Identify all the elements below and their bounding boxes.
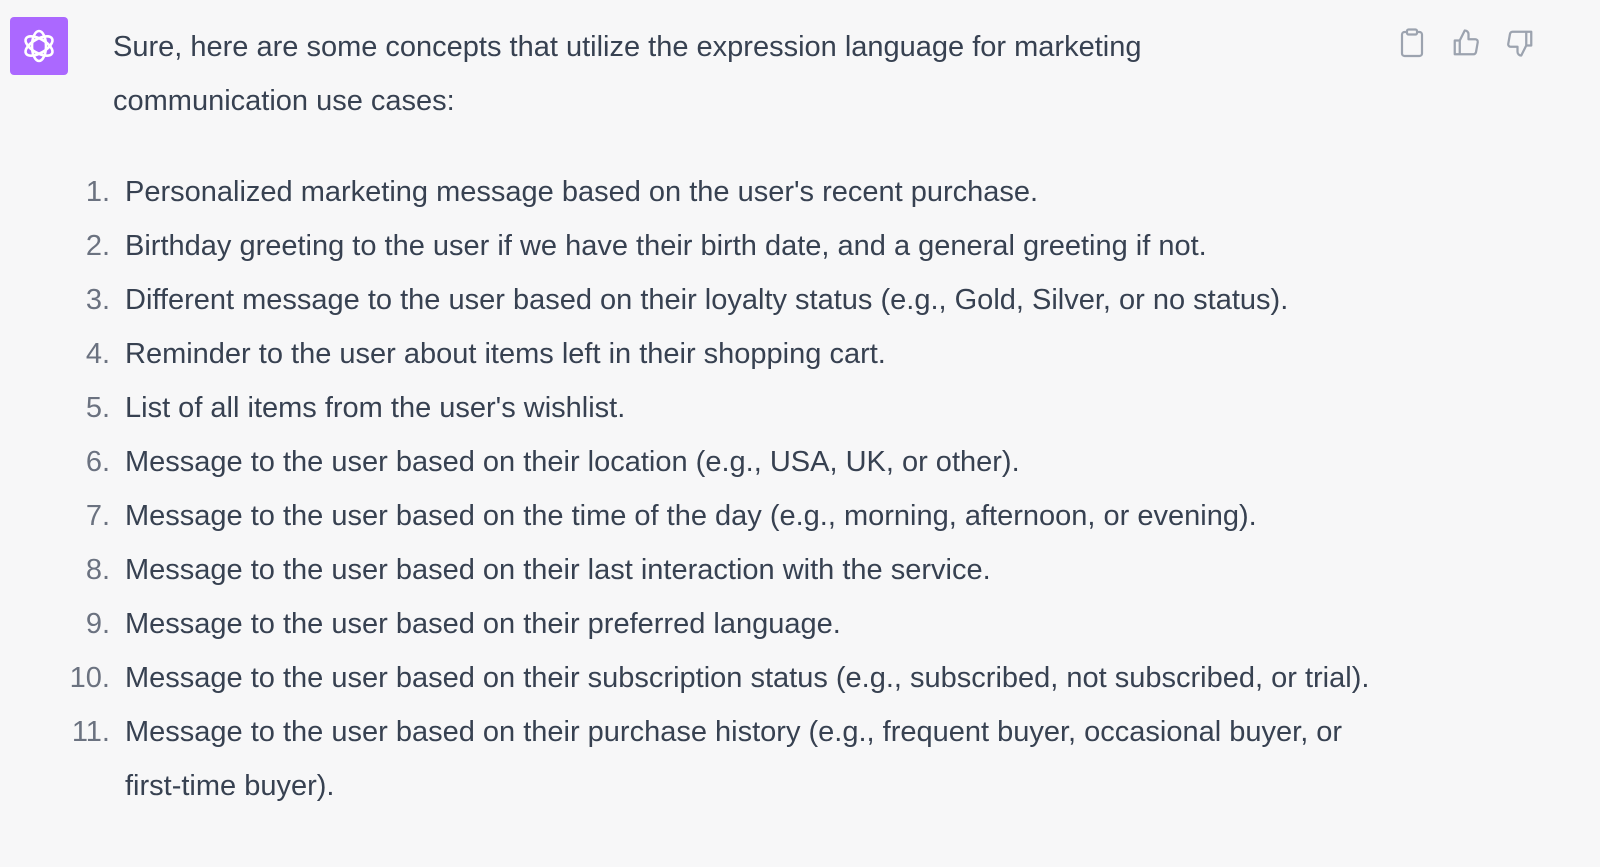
openai-logo-icon [24, 29, 54, 63]
list-number: 2. [85, 230, 110, 262]
list-item: 1. Personalized marketing message based o… [86, 165, 1375, 219]
copy-button[interactable] [1395, 26, 1429, 60]
thumbs-down-button[interactable] [1503, 26, 1537, 60]
list-number: 11. [71, 716, 110, 748]
message-actions [1395, 26, 1537, 60]
list-item: 10. Message to the user based on their su… [70, 651, 1375, 705]
thumbs-up-button[interactable] [1449, 26, 1483, 60]
list-item-text: Message to the user based on their last … [125, 554, 991, 586]
assistant-message: Sure, here are some concepts that utiliz… [70, 20, 1375, 813]
list-number: 7. [85, 500, 110, 532]
list-item-text: Message to the user based on their purch… [125, 716, 1343, 802]
list-item-text: Personalized marketing message based on … [125, 176, 1039, 208]
message-intro: Sure, here are some concepts that utiliz… [113, 31, 1142, 117]
list-item-text: Message to the user based on their prefe… [125, 608, 841, 640]
list-item: 3. Different message to the user based on… [86, 273, 1375, 327]
list-item-text: List of all items from the user's wishli… [125, 392, 626, 424]
list-item: 2. Birthday greeting to the user if we ha… [86, 219, 1375, 273]
list-number: 1. [85, 176, 110, 208]
list-number: 6. [85, 446, 110, 478]
list-item-text: Different message to the user based on t… [125, 284, 1289, 316]
list-item: 6. Message to the user based on their loc… [86, 435, 1375, 489]
list-number: 10. [69, 662, 110, 694]
thumbs-up-icon [1453, 29, 1479, 56]
list-number: 8. [85, 554, 110, 586]
list-item: 5. List of all items from the user's wish… [86, 381, 1375, 435]
list-item-text: Message to the user based on their locat… [125, 446, 1020, 478]
list-item: 4. Reminder to the user about items left … [86, 327, 1375, 381]
list-item: 11. Message to the user based on their pu… [72, 705, 1375, 813]
list-number: 3. [85, 284, 110, 316]
list-number: 5. [85, 392, 110, 424]
use-case-list: 1. Personalized marketing message based o… [70, 165, 1375, 813]
list-item: 7. Message to the user based on the time … [86, 489, 1375, 543]
list-item-text: Message to the user based on the time of… [125, 500, 1257, 532]
list-number: 4. [85, 338, 110, 370]
thumbs-down-icon [1507, 30, 1533, 57]
list-item-text: Reminder to the user about items left in… [125, 338, 886, 370]
list-number: 9. [85, 608, 110, 640]
list-item-text: Birthday greeting to the user if we have… [125, 230, 1207, 262]
list-item: 8. Message to the user based on their las… [86, 543, 1375, 597]
list-item: 9. Message to the user based on their pre… [86, 597, 1375, 651]
assistant-avatar [10, 17, 68, 75]
list-item-text: Message to the user based on their subsc… [125, 662, 1370, 694]
clipboard-icon [1400, 28, 1424, 58]
